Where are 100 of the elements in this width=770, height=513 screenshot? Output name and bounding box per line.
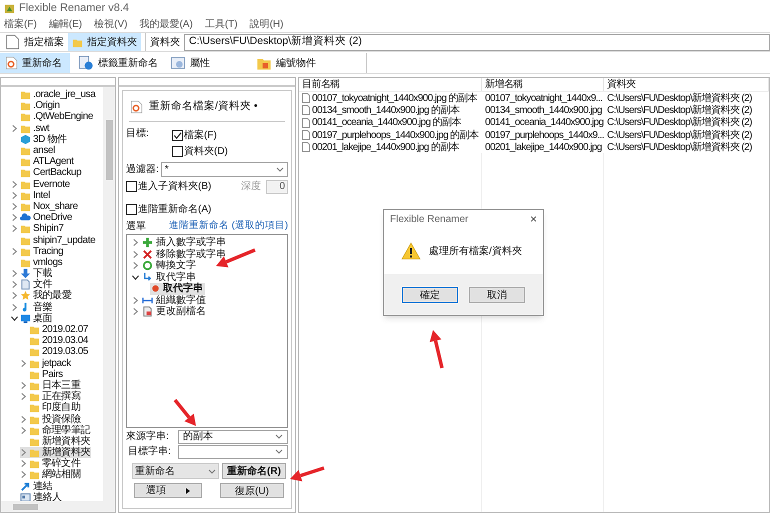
tree-item[interactable]: Pairs <box>20 368 64 380</box>
operation-item[interactable]: 轉換文字 <box>132 260 287 272</box>
expand-chevron-icon[interactable] <box>11 180 18 188</box>
advanced-rename-link[interactable]: 進階重新命名 (選取的項目) <box>169 219 288 234</box>
expand-chevron-icon[interactable] <box>20 471 27 478</box>
expand-chevron-icon[interactable] <box>132 308 139 316</box>
operation-item[interactable]: 更改副檔名 <box>132 306 287 318</box>
column-header[interactable]: 新增名稱 <box>482 78 604 91</box>
dialog-button[interactable]: 確定 <box>402 286 458 302</box>
operation-item[interactable]: 取代字串 <box>150 283 205 294</box>
tree-item[interactable]: 2019.03.04 <box>20 335 90 346</box>
tree-item[interactable]: 正在撰寫 <box>20 391 82 402</box>
menu-item[interactable]: 工具(T) <box>204 17 238 32</box>
tree-item[interactable]: 連結 <box>11 480 103 492</box>
tree-item[interactable]: 文件 <box>11 279 103 290</box>
tree-item[interactable]: Evernote <box>11 178 103 190</box>
expand-chevron-icon[interactable] <box>11 214 18 222</box>
expand-chevron-icon[interactable] <box>20 382 27 389</box>
expand-chevron-icon[interactable] <box>11 304 18 311</box>
close-button[interactable]: × <box>530 213 537 225</box>
mode-tab[interactable]: 標籤重新命名 <box>74 53 162 73</box>
tree-item[interactable]: CertBackup <box>11 167 103 178</box>
tree-item[interactable]: 零碎文件 <box>20 458 82 470</box>
tree-item[interactable]: ansel <box>11 144 103 156</box>
tree-item[interactable]: vmlogs <box>11 256 103 268</box>
operation-item[interactable]: 組織數字值 <box>132 294 287 306</box>
tree-item[interactable]: 連絡人 <box>11 492 103 503</box>
collapse-chevron-icon[interactable] <box>132 274 139 281</box>
checkbox-label[interactable]: 進入子資料夾(B) <box>138 179 212 194</box>
expand-chevron-icon[interactable] <box>20 460 27 468</box>
tree-item[interactable]: Nox_share <box>11 200 103 212</box>
expand-chevron-icon[interactable] <box>11 124 18 132</box>
column-header[interactable]: 資料夾 <box>604 78 769 91</box>
tree-item[interactable]: 2019.02.07 <box>20 324 90 336</box>
tree-item[interactable]: 2019.03.05 <box>20 346 90 358</box>
expand-chevron-icon[interactable] <box>11 281 18 288</box>
mode-tab[interactable]: 重新命名 <box>0 53 70 73</box>
options-button[interactable]: 選項 <box>134 483 202 498</box>
expand-chevron-icon[interactable] <box>20 426 27 434</box>
checkbox-label[interactable]: 資料夾(D) <box>184 144 228 159</box>
filter-select[interactable]: * <box>160 162 288 177</box>
expand-chevron-icon[interactable] <box>20 449 27 456</box>
action-select[interactable]: 重新命名 <box>132 463 219 479</box>
tree-item[interactable]: 投資保險 <box>20 413 82 425</box>
target-field[interactable] <box>178 444 288 458</box>
expand-chevron-icon[interactable] <box>11 292 18 300</box>
tree-item[interactable]: 新增資料夾 <box>20 436 92 447</box>
rename-button[interactable]: 重新命名(R) <box>222 463 286 479</box>
tree-item[interactable]: 3D 物件 <box>11 134 103 145</box>
mode-tab[interactable]: 屬性 <box>166 53 214 73</box>
expand-chevron-icon[interactable] <box>132 296 139 304</box>
tree-item[interactable]: shipin7_update <box>11 234 103 246</box>
tree-item[interactable]: Intel <box>11 190 103 201</box>
source-tab[interactable]: 指定資料夾 <box>68 33 141 51</box>
tree-item[interactable]: OneDrive <box>11 212 103 224</box>
expand-chevron-icon[interactable] <box>11 202 18 210</box>
expand-chevron-icon[interactable] <box>11 192 18 199</box>
expand-chevron-icon[interactable] <box>132 250 139 258</box>
operation-item[interactable]: 插入數字或字串 <box>132 237 287 248</box>
undo-button[interactable]: 復原(U) <box>220 483 284 498</box>
tree-item[interactable]: 音樂 <box>11 302 103 313</box>
tree-item[interactable]: 桌面 <box>11 312 103 324</box>
expand-chevron-icon[interactable] <box>11 248 18 255</box>
menu-item[interactable]: 檢視(V) <box>94 17 128 32</box>
tree-item[interactable]: 我的最愛 <box>11 290 103 302</box>
menu-item[interactable]: 檔案(F) <box>4 17 37 32</box>
checkbox-label[interactable]: 進階重新命名(A) <box>138 202 212 217</box>
tree-item[interactable]: Shipin7 <box>11 223 103 234</box>
checkbox-label[interactable]: 檔案(F) <box>184 128 217 143</box>
mode-tab[interactable]: 編號物件 <box>252 53 320 73</box>
tree-item[interactable]: 印度自助 <box>20 402 82 414</box>
tree-item[interactable]: .QtWebEngine <box>11 111 103 123</box>
vertical-scrollbar[interactable] <box>103 87 115 501</box>
tree-item[interactable]: .swt <box>11 122 103 134</box>
tree-item[interactable]: Tracing <box>11 246 103 257</box>
checkbox[interactable] <box>126 204 137 215</box>
menu-item[interactable]: 說明(H) <box>250 17 284 32</box>
expand-chevron-icon[interactable] <box>132 262 139 270</box>
expand-chevron-icon[interactable] <box>20 393 27 400</box>
path-field[interactable]: C:\Users\FU\Desktop\新增資料夾 (2) <box>184 34 770 50</box>
checkbox[interactable] <box>172 146 183 157</box>
tree-item[interactable]: 新增資料夾 <box>20 447 92 458</box>
expand-chevron-icon[interactable] <box>11 270 18 278</box>
expand-chevron-icon[interactable] <box>132 239 139 246</box>
column-header[interactable]: 目前名稱 <box>299 78 482 91</box>
source-tab[interactable]: 指定檔案 <box>0 33 68 51</box>
menu-item[interactable]: 我的最愛(A) <box>139 17 193 32</box>
menu-item[interactable]: 編輯(E) <box>48 17 82 32</box>
collapse-chevron-icon[interactable] <box>11 314 18 322</box>
expand-chevron-icon[interactable] <box>20 360 27 367</box>
tree-item[interactable]: ATLAgent <box>11 156 103 168</box>
operation-item[interactable]: 取代字串 <box>132 272 287 283</box>
source-field[interactable]: 的副本 <box>178 430 288 444</box>
tree-item[interactable]: 日本三重 <box>20 380 82 392</box>
expand-chevron-icon[interactable] <box>20 416 27 423</box>
dialog-button[interactable]: 取消 <box>469 286 525 302</box>
tree-item[interactable]: .Origin <box>11 100 103 112</box>
tree-item[interactable]: 下載 <box>11 268 103 280</box>
tree-item[interactable]: 命理學筆記 <box>20 424 92 436</box>
expand-chevron-icon[interactable] <box>11 225 18 232</box>
